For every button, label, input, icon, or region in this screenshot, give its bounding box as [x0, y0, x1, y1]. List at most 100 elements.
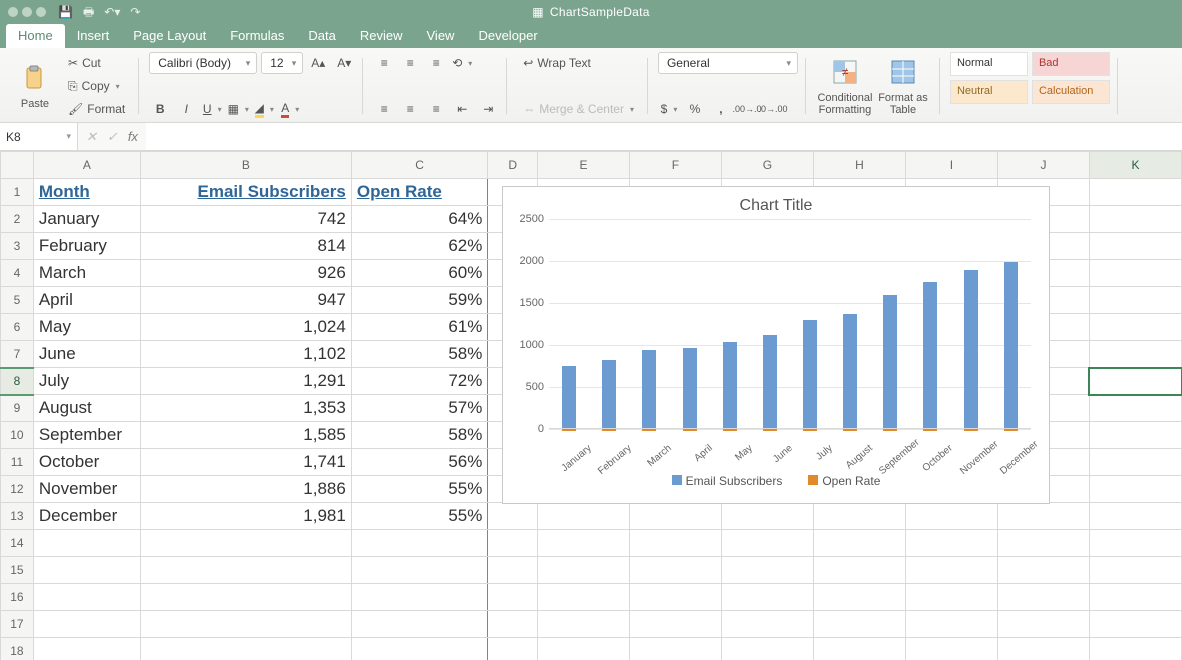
style-neutral[interactable]: Neutral: [950, 80, 1028, 104]
style-normal[interactable]: Normal: [950, 52, 1028, 76]
tab-view[interactable]: View: [415, 24, 467, 48]
percent-format-button[interactable]: %: [684, 98, 706, 120]
row-header-9[interactable]: 9: [1, 395, 34, 422]
cell-A12[interactable]: November: [33, 476, 140, 503]
format-painter-button[interactable]: 🖌Format: [62, 98, 131, 120]
cell-G18[interactable]: [721, 638, 813, 660]
bar-October[interactable]: [923, 282, 937, 428]
accounting-format-button[interactable]: $: [658, 98, 680, 120]
number-format-select[interactable]: General: [658, 52, 798, 74]
row-header-2[interactable]: 2: [1, 206, 34, 233]
cell-G13[interactable]: [721, 503, 813, 530]
row-header-11[interactable]: 11: [1, 449, 34, 476]
cell-K6[interactable]: [1089, 314, 1181, 341]
cell-K11[interactable]: [1089, 449, 1181, 476]
cell-C1[interactable]: Open Rate: [351, 179, 488, 206]
cell-K16[interactable]: [1089, 584, 1181, 611]
cancel-formula-icon[interactable]: ✕: [86, 129, 97, 145]
style-calculation[interactable]: Calculation: [1032, 80, 1110, 104]
align-right-button[interactable]: ≡: [425, 98, 447, 120]
decrease-decimal-button[interactable]: .0→.00: [762, 98, 784, 120]
bar-May[interactable]: [723, 342, 737, 428]
cell-E13[interactable]: [537, 503, 629, 530]
tab-home[interactable]: Home: [6, 24, 65, 48]
cell-A6[interactable]: May: [33, 314, 140, 341]
cell-B3[interactable]: 814: [141, 233, 352, 260]
cell-A10[interactable]: September: [33, 422, 140, 449]
min-dot[interactable]: [22, 7, 32, 17]
col-header-C[interactable]: C: [351, 152, 488, 179]
col-header-G[interactable]: G: [721, 152, 813, 179]
cell-A3[interactable]: February: [33, 233, 140, 260]
cell-B17[interactable]: [141, 611, 352, 638]
cell-A13[interactable]: December: [33, 503, 140, 530]
cell-C3[interactable]: 62%: [351, 233, 488, 260]
cell-A1[interactable]: Month: [33, 179, 140, 206]
max-dot[interactable]: [36, 7, 46, 17]
cell-B15[interactable]: [141, 557, 352, 584]
cell-C10[interactable]: 58%: [351, 422, 488, 449]
cell-K1[interactable]: [1089, 179, 1181, 206]
cell-A14[interactable]: [33, 530, 140, 557]
cell-D18[interactable]: [488, 638, 538, 660]
window-controls[interactable]: [8, 7, 46, 17]
name-box[interactable]: K8▾: [0, 123, 78, 150]
save-icon[interactable]: 💾: [58, 6, 73, 18]
cell-A15[interactable]: [33, 557, 140, 584]
cell-C18[interactable]: [351, 638, 488, 660]
cell-G14[interactable]: [721, 530, 813, 557]
undo-icon[interactable]: ↶▾: [104, 6, 120, 18]
cell-A11[interactable]: October: [33, 449, 140, 476]
chart-legend[interactable]: Email Subscribers Open Rate: [503, 474, 1049, 488]
cell-B7[interactable]: 1,102: [141, 341, 352, 368]
select-all-corner[interactable]: [1, 152, 34, 179]
cell-B6[interactable]: 1,024: [141, 314, 352, 341]
row-header-7[interactable]: 7: [1, 341, 34, 368]
tab-data[interactable]: Data: [296, 24, 347, 48]
cell-F16[interactable]: [629, 584, 721, 611]
row-header-1[interactable]: 1: [1, 179, 34, 206]
increase-indent-button[interactable]: ⇥: [477, 98, 499, 120]
legend-series-1[interactable]: Email Subscribers: [672, 474, 783, 488]
cell-E18[interactable]: [537, 638, 629, 660]
cell-J13[interactable]: [997, 503, 1089, 530]
align-left-button[interactable]: ≡: [373, 98, 395, 120]
row-header-16[interactable]: 16: [1, 584, 34, 611]
cell-H17[interactable]: [813, 611, 905, 638]
row-header-13[interactable]: 13: [1, 503, 34, 530]
font-name-select[interactable]: Calibri (Body): [149, 52, 257, 74]
cell-B11[interactable]: 1,741: [141, 449, 352, 476]
cell-I13[interactable]: [905, 503, 997, 530]
cell-C9[interactable]: 57%: [351, 395, 488, 422]
comma-format-button[interactable]: ,: [710, 98, 732, 120]
cell-C6[interactable]: 61%: [351, 314, 488, 341]
cell-C12[interactable]: 55%: [351, 476, 488, 503]
cell-I16[interactable]: [905, 584, 997, 611]
cell-K4[interactable]: [1089, 260, 1181, 287]
align-bottom-button[interactable]: ≡: [425, 52, 447, 74]
cell-C8[interactable]: 72%: [351, 368, 488, 395]
align-center-button[interactable]: ≡: [399, 98, 421, 120]
cell-E16[interactable]: [537, 584, 629, 611]
col-header-A[interactable]: A: [33, 152, 140, 179]
decrease-indent-button[interactable]: ⇤: [451, 98, 473, 120]
cell-C11[interactable]: 56%: [351, 449, 488, 476]
cell-K10[interactable]: [1089, 422, 1181, 449]
copy-button[interactable]: ⎘Copy: [62, 75, 131, 97]
cell-K7[interactable]: [1089, 341, 1181, 368]
cell-K17[interactable]: [1089, 611, 1181, 638]
redo-icon[interactable]: ↷: [130, 6, 140, 18]
row-header-8[interactable]: 8: [1, 368, 34, 395]
cell-B14[interactable]: [141, 530, 352, 557]
cell-F17[interactable]: [629, 611, 721, 638]
bar-September[interactable]: [883, 295, 897, 428]
increase-font-button[interactable]: A▴: [307, 52, 329, 74]
tab-insert[interactable]: Insert: [65, 24, 122, 48]
col-header-E[interactable]: E: [537, 152, 629, 179]
cell-K12[interactable]: [1089, 476, 1181, 503]
row-header-18[interactable]: 18: [1, 638, 34, 660]
bar-January[interactable]: [562, 366, 576, 428]
cell-K5[interactable]: [1089, 287, 1181, 314]
cell-A4[interactable]: March: [33, 260, 140, 287]
cell-A16[interactable]: [33, 584, 140, 611]
